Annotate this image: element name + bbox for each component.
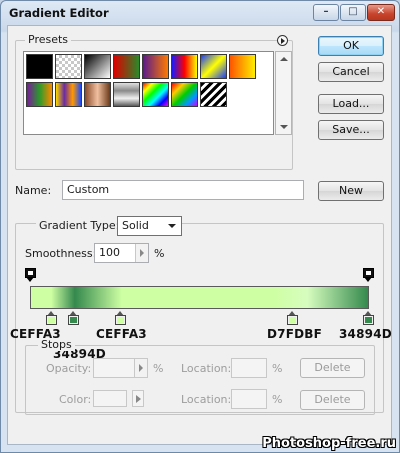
scroll-up-icon[interactable] <box>280 57 288 61</box>
color-location-label: Location: <box>181 393 232 406</box>
opacity-location-percent: % <box>272 362 283 375</box>
presets-scrollbar[interactable] <box>275 51 292 135</box>
preset-swatch-transparent-stripes[interactable] <box>200 82 227 107</box>
name-label: Name: <box>15 184 52 197</box>
name-input[interactable]: Custom <box>62 180 304 200</box>
opacity-percent: % <box>153 362 164 375</box>
close-button[interactable]: ✕ <box>367 4 395 21</box>
opacity-flyout-icon[interactable] <box>134 359 147 377</box>
chevron-down-icon <box>168 224 176 228</box>
preset-swatch-chrome[interactable] <box>113 82 140 107</box>
color-stop-2[interactable] <box>68 311 79 325</box>
opacity-location-label: Location: <box>181 362 232 375</box>
color-flyout-icon[interactable] <box>132 390 144 407</box>
smoothness-input[interactable]: 100 <box>94 243 149 263</box>
gradient-type-select[interactable]: Solid <box>117 216 182 236</box>
smoothness-flyout-icon[interactable] <box>135 244 148 262</box>
color-swatch[interactable] <box>93 390 127 407</box>
smoothness-percent: % <box>154 247 165 260</box>
minimize-button[interactable]: – <box>313 4 339 21</box>
delete-color-button[interactable]: Delete <box>300 390 365 410</box>
preset-swatch-black-to-white[interactable] <box>84 54 111 79</box>
scroll-down-icon[interactable] <box>280 125 288 129</box>
color-stop-4[interactable] <box>287 311 298 325</box>
opacity-label: Opacity: <box>46 362 92 375</box>
color-stop-5[interactable] <box>363 311 374 325</box>
opacity-stop-right[interactable] <box>363 268 374 283</box>
delete-opacity-button[interactable]: Delete <box>300 358 365 378</box>
preset-swatch-copper[interactable] <box>84 82 111 107</box>
stop-note-5: 34894D <box>339 327 392 341</box>
preset-swatch-blue-red-yellow[interactable] <box>171 54 198 79</box>
color-stop-3[interactable] <box>115 311 126 325</box>
load-button[interactable]: Load... <box>318 94 384 114</box>
title-bar[interactable]: Gradient Editor – □ ✕ <box>1 1 399 25</box>
gradient-type-value: Solid <box>122 219 149 232</box>
gradient-preview-bar[interactable] <box>30 286 369 309</box>
preset-swatch-transparent-rainbow[interactable] <box>171 82 198 107</box>
preset-swatch-black-fill[interactable] <box>26 54 53 79</box>
gradient-type-label: Gradient Type: <box>36 219 123 232</box>
color-location-percent: % <box>272 393 283 406</box>
preset-swatch-orange-yellow[interactable] <box>229 54 256 79</box>
preset-swatch-red-green[interactable] <box>113 54 140 79</box>
ok-button[interactable]: OK <box>318 36 384 56</box>
smoothness-label: Smoothness: <box>25 247 97 260</box>
preset-swatch-yellow-violet-orange-blue[interactable] <box>55 82 82 107</box>
save-button[interactable]: Save... <box>318 120 384 140</box>
minimize-icon: – <box>323 6 329 17</box>
preset-swatch-spectrum[interactable] <box>142 82 169 107</box>
preset-swatch-checker-transparent[interactable] <box>55 54 82 79</box>
maximize-icon: □ <box>348 6 358 17</box>
preset-swatch-violet-green-orange[interactable] <box>26 82 53 107</box>
cancel-button[interactable]: Cancel <box>318 62 384 82</box>
window-title: Gradient Editor <box>9 6 109 20</box>
color-stop-1[interactable] <box>46 311 57 325</box>
preset-swatch-violet-orange[interactable] <box>142 54 169 79</box>
color-location-input[interactable] <box>231 389 267 409</box>
stop-note-3: CEFFA3 <box>96 327 147 341</box>
watermark: Photoshop-free.ru <box>262 436 396 451</box>
close-icon: ✕ <box>376 6 386 17</box>
opacity-input[interactable] <box>93 358 148 378</box>
stop-note-4: D7FDBF <box>267 327 323 341</box>
opacity-stop-left[interactable] <box>25 268 36 283</box>
new-button[interactable]: New <box>318 181 384 201</box>
color-label: Color: <box>59 393 92 406</box>
opacity-location-input[interactable] <box>231 358 267 378</box>
smoothness-value: 100 <box>99 246 120 259</box>
presets-menu-icon[interactable] <box>277 35 288 46</box>
maximize-button[interactable]: □ <box>340 4 366 21</box>
preset-swatch-blue-yellow-blue[interactable] <box>200 54 227 79</box>
stops-label: Stops <box>38 338 75 351</box>
presets-swatch-panel <box>23 51 274 135</box>
presets-label: Presets <box>25 33 72 46</box>
